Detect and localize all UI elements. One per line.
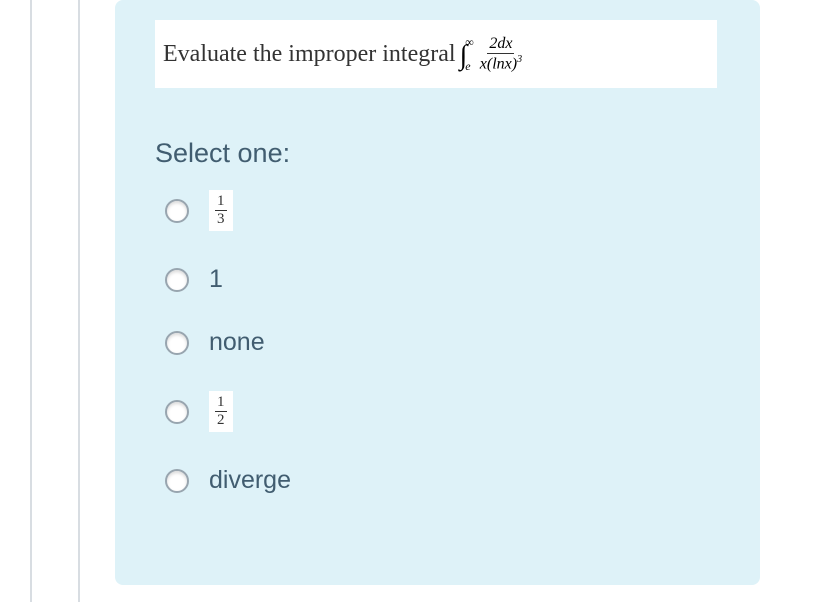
integrand-numerator: 2dx bbox=[487, 35, 514, 54]
question-statement: Evaluate the improper integral ∫ ∞ e 2dx… bbox=[155, 20, 717, 88]
option-c-label: none bbox=[209, 328, 265, 357]
option-d[interactable]: 1 2 bbox=[165, 391, 291, 432]
inner-left-border bbox=[78, 0, 80, 602]
integrand-fraction: 2dx x(lnx)3 bbox=[478, 35, 524, 73]
integrand-denominator: x(lnx)3 bbox=[478, 54, 524, 73]
option-d-label: 1 2 bbox=[209, 391, 233, 432]
integral-expression: ∫ ∞ e 2dx x(lnx)3 bbox=[460, 35, 525, 73]
question-text: Evaluate the improper integral bbox=[163, 41, 456, 68]
radio-c[interactable] bbox=[165, 331, 189, 355]
option-e-label: diverge bbox=[209, 466, 291, 495]
select-prompt: Select one: bbox=[155, 138, 290, 169]
option-b[interactable]: 1 bbox=[165, 265, 291, 294]
radio-b[interactable] bbox=[165, 268, 189, 292]
integral-sign: ∫ bbox=[460, 40, 468, 72]
outer-left-border bbox=[30, 0, 32, 602]
options-group: 1 3 1 none 1 2 diverge bbox=[165, 190, 291, 529]
option-b-label: 1 bbox=[209, 265, 223, 294]
option-e[interactable]: diverge bbox=[165, 466, 291, 495]
radio-e[interactable] bbox=[165, 469, 189, 493]
option-c[interactable]: none bbox=[165, 328, 291, 357]
radio-d[interactable] bbox=[165, 400, 189, 424]
option-a[interactable]: 1 3 bbox=[165, 190, 291, 231]
radio-a[interactable] bbox=[165, 199, 189, 223]
option-a-label: 1 3 bbox=[209, 190, 233, 231]
